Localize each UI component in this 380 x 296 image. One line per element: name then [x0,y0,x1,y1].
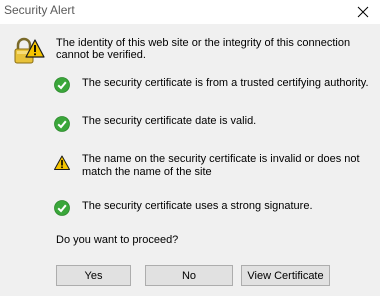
no-button[interactable]: No [145,265,233,286]
close-icon [357,6,369,18]
green-check-icon [54,200,70,216]
dialog-body: The identity of this web site or the int… [0,24,380,296]
intro-message: The identity of this web site or the int… [56,37,351,61]
green-check-icon [54,116,70,132]
check-row-text: The name on the security certificate is … [82,153,360,178]
check-row-text: The security certificate date is valid. [82,115,257,127]
yes-button[interactable]: Yes [56,265,131,286]
proceed-question: Do you want to proceed? [56,234,179,246]
title-bar: Security Alert [0,0,380,24]
padlock-warning-icon [14,37,45,64]
window-title: Security Alert [4,3,75,17]
close-button[interactable] [346,0,380,24]
warning-triangle-icon [54,155,70,170]
check-row-text: The security certificate uses a strong s… [82,200,313,212]
view-certificate-button[interactable]: View Certificate [241,265,330,286]
check-row-text: The security certificate is from a trust… [82,77,369,89]
green-check-icon [54,77,70,93]
